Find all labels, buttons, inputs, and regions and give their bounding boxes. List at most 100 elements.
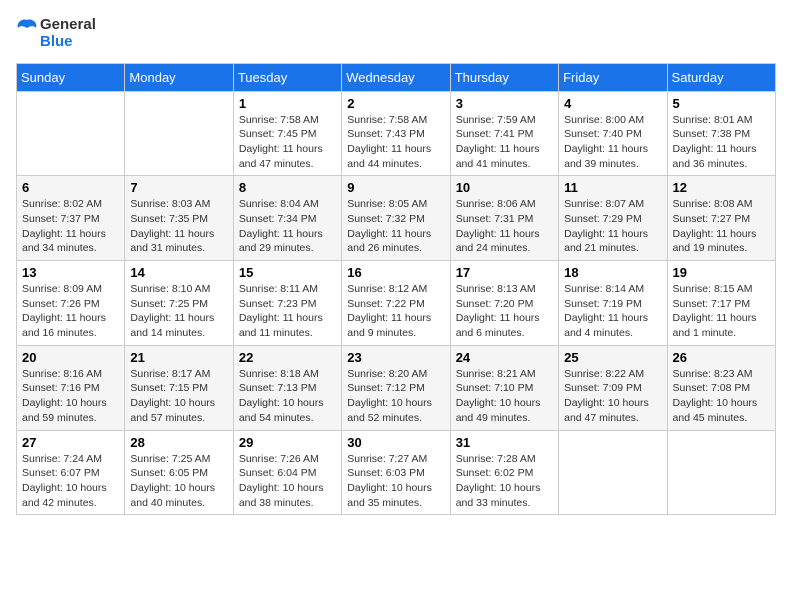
day-number: 19 — [673, 265, 770, 280]
day-detail: Sunrise: 8:01 AMSunset: 7:38 PMDaylight:… — [673, 113, 770, 172]
calendar-cell: 12 Sunrise: 8:08 AMSunset: 7:27 PMDayligh… — [667, 176, 775, 261]
calendar-cell: 22Sunrise: 8:18 AMSunset: 7:13 PMDayligh… — [233, 345, 341, 430]
calendar-cell: 5 Sunrise: 8:01 AMSunset: 7:38 PMDaylight… — [667, 91, 775, 176]
day-number: 27 — [22, 435, 119, 450]
calendar-cell: 2Sunrise: 7:58 AMSunset: 7:43 PMDaylight… — [342, 91, 450, 176]
calendar-cell: 15 Sunrise: 8:11 AMSunset: 7:23 PMDayligh… — [233, 261, 341, 346]
day-detail: Sunrise: 8:13 AMSunset: 7:20 PMDaylight:… — [456, 282, 553, 341]
day-detail: Sunrise: 8:02 AMSunset: 7:37 PMDaylight:… — [22, 197, 119, 256]
day-number: 15 — [239, 265, 336, 280]
calendar-cell: 17 Sunrise: 8:13 AMSunset: 7:20 PMDayligh… — [450, 261, 558, 346]
weekday-header-saturday: Saturday — [667, 63, 775, 91]
day-detail: Sunrise: 7:26 AMSunset: 6:04 PMDaylight:… — [239, 452, 336, 511]
calendar-cell: 19 Sunrise: 8:15 AMSunset: 7:17 PMDayligh… — [667, 261, 775, 346]
day-detail: Sunrise: 8:14 AMSunset: 7:19 PMDaylight:… — [564, 282, 661, 341]
day-detail: Sunrise: 8:08 AMSunset: 7:27 PMDaylight:… — [673, 197, 770, 256]
day-detail: Sunrise: 8:09 AMSunset: 7:26 PMDaylight:… — [22, 282, 119, 341]
day-number: 11 — [564, 180, 661, 195]
day-number: 6 — [22, 180, 119, 195]
calendar-cell: 8 Sunrise: 8:04 AMSunset: 7:34 PMDaylight… — [233, 176, 341, 261]
calendar-cell: 9Sunrise: 8:05 AMSunset: 7:32 PMDaylight… — [342, 176, 450, 261]
day-detail: Sunrise: 8:21 AMSunset: 7:10 PMDaylight:… — [456, 367, 553, 426]
day-number: 18 — [564, 265, 661, 280]
day-detail: Sunrise: 8:10 AMSunset: 7:25 PMDaylight:… — [130, 282, 227, 341]
day-detail: Sunrise: 7:28 AMSunset: 6:02 PMDaylight:… — [456, 452, 553, 511]
calendar-cell: 31 Sunrise: 7:28 AMSunset: 6:02 PMDayligh… — [450, 430, 558, 515]
day-detail: Sunrise: 7:25 AMSunset: 6:05 PMDaylight:… — [130, 452, 227, 511]
day-number: 16 — [347, 265, 444, 280]
day-number: 25 — [564, 350, 661, 365]
day-number: 21 — [130, 350, 227, 365]
day-detail: Sunrise: 7:59 AMSunset: 7:41 PMDaylight:… — [456, 113, 553, 172]
calendar-cell — [667, 430, 775, 515]
calendar-cell: 29 Sunrise: 7:26 AMSunset: 6:04 PMDayligh… — [233, 430, 341, 515]
day-detail: Sunrise: 8:04 AMSunset: 7:34 PMDaylight:… — [239, 197, 336, 256]
day-detail: Sunrise: 8:11 AMSunset: 7:23 PMDaylight:… — [239, 282, 336, 341]
weekday-header-wednesday: Wednesday — [342, 63, 450, 91]
calendar-cell: 10 Sunrise: 8:06 AMSunset: 7:31 PMDayligh… — [450, 176, 558, 261]
day-number: 5 — [673, 96, 770, 111]
day-detail: Sunrise: 7:58 AMSunset: 7:45 PMDaylight:… — [239, 113, 336, 172]
day-number: 13 — [22, 265, 119, 280]
day-detail: Sunrise: 8:15 AMSunset: 7:17 PMDaylight:… — [673, 282, 770, 341]
logo-blue-text: Blue — [40, 33, 96, 50]
calendar-cell: 23 Sunrise: 8:20 AMSunset: 7:12 PMDayligh… — [342, 345, 450, 430]
weekday-header-row: SundayMondayTuesdayWednesdayThursdayFrid… — [17, 63, 776, 91]
day-number: 12 — [673, 180, 770, 195]
calendar-cell: 11 Sunrise: 8:07 AMSunset: 7:29 PMDayligh… — [559, 176, 667, 261]
day-number: 23 — [347, 350, 444, 365]
calendar-cell: 20Sunrise: 8:16 AMSunset: 7:16 PMDayligh… — [17, 345, 125, 430]
day-detail: Sunrise: 7:27 AMSunset: 6:03 PMDaylight:… — [347, 452, 444, 511]
calendar-cell: 7 Sunrise: 8:03 AMSunset: 7:35 PMDaylight… — [125, 176, 233, 261]
day-detail: Sunrise: 7:24 AMSunset: 6:07 PMDaylight:… — [22, 452, 119, 511]
calendar-cell: 4 Sunrise: 8:00 AMSunset: 7:40 PMDaylight… — [559, 91, 667, 176]
day-detail: Sunrise: 8:22 AMSunset: 7:09 PMDaylight:… — [564, 367, 661, 426]
day-detail: Sunrise: 8:06 AMSunset: 7:31 PMDaylight:… — [456, 197, 553, 256]
weekday-header-thursday: Thursday — [450, 63, 558, 91]
day-number: 4 — [564, 96, 661, 111]
day-number: 1 — [239, 96, 336, 111]
calendar-cell: 25 Sunrise: 8:22 AMSunset: 7:09 PMDayligh… — [559, 345, 667, 430]
calendar-cell: 18 Sunrise: 8:14 AMSunset: 7:19 PMDayligh… — [559, 261, 667, 346]
calendar-cell — [17, 91, 125, 176]
calendar-cell: 13 Sunrise: 8:09 AMSunset: 7:26 PMDayligh… — [17, 261, 125, 346]
day-detail: Sunrise: 8:03 AMSunset: 7:35 PMDaylight:… — [130, 197, 227, 256]
day-detail: Sunrise: 8:12 AMSunset: 7:22 PMDaylight:… — [347, 282, 444, 341]
calendar-cell — [125, 91, 233, 176]
week-row-5: 27 Sunrise: 7:24 AMSunset: 6:07 PMDayligh… — [17, 430, 776, 515]
day-number: 7 — [130, 180, 227, 195]
day-number: 10 — [456, 180, 553, 195]
logo: General Blue — [16, 16, 96, 51]
day-number: 28 — [130, 435, 227, 450]
logo-general-text: General — [40, 16, 96, 33]
calendar-cell: 27 Sunrise: 7:24 AMSunset: 6:07 PMDayligh… — [17, 430, 125, 515]
week-row-3: 13 Sunrise: 8:09 AMSunset: 7:26 PMDayligh… — [17, 261, 776, 346]
day-detail: Sunrise: 8:20 AMSunset: 7:12 PMDaylight:… — [347, 367, 444, 426]
day-number: 8 — [239, 180, 336, 195]
week-row-1: 1 Sunrise: 7:58 AMSunset: 7:45 PMDaylight… — [17, 91, 776, 176]
logo-bird-icon — [16, 18, 38, 48]
weekday-header-tuesday: Tuesday — [233, 63, 341, 91]
header: General Blue — [16, 16, 776, 51]
week-row-4: 20Sunrise: 8:16 AMSunset: 7:16 PMDayligh… — [17, 345, 776, 430]
day-number: 29 — [239, 435, 336, 450]
day-detail: Sunrise: 8:07 AMSunset: 7:29 PMDaylight:… — [564, 197, 661, 256]
day-number: 14 — [130, 265, 227, 280]
calendar-cell: 16 Sunrise: 8:12 AMSunset: 7:22 PMDayligh… — [342, 261, 450, 346]
day-detail: Sunrise: 7:58 AMSunset: 7:43 PMDaylight:… — [347, 113, 444, 172]
day-number: 17 — [456, 265, 553, 280]
calendar-cell: 14 Sunrise: 8:10 AMSunset: 7:25 PMDayligh… — [125, 261, 233, 346]
calendar-cell: 26Sunrise: 8:23 AMSunset: 7:08 PMDayligh… — [667, 345, 775, 430]
day-detail: Sunrise: 8:16 AMSunset: 7:16 PMDaylight:… — [22, 367, 119, 426]
day-detail: Sunrise: 8:18 AMSunset: 7:13 PMDaylight:… — [239, 367, 336, 426]
calendar-cell: 28 Sunrise: 7:25 AMSunset: 6:05 PMDayligh… — [125, 430, 233, 515]
day-detail: Sunrise: 8:05 AMSunset: 7:32 PMDaylight:… — [347, 197, 444, 256]
calendar-cell: 21Sunrise: 8:17 AMSunset: 7:15 PMDayligh… — [125, 345, 233, 430]
day-number: 31 — [456, 435, 553, 450]
day-detail: Sunrise: 8:23 AMSunset: 7:08 PMDaylight:… — [673, 367, 770, 426]
weekday-header-sunday: Sunday — [17, 63, 125, 91]
calendar-cell: 3Sunrise: 7:59 AMSunset: 7:41 PMDaylight… — [450, 91, 558, 176]
day-number: 24 — [456, 350, 553, 365]
day-detail: Sunrise: 8:00 AMSunset: 7:40 PMDaylight:… — [564, 113, 661, 172]
weekday-header-friday: Friday — [559, 63, 667, 91]
